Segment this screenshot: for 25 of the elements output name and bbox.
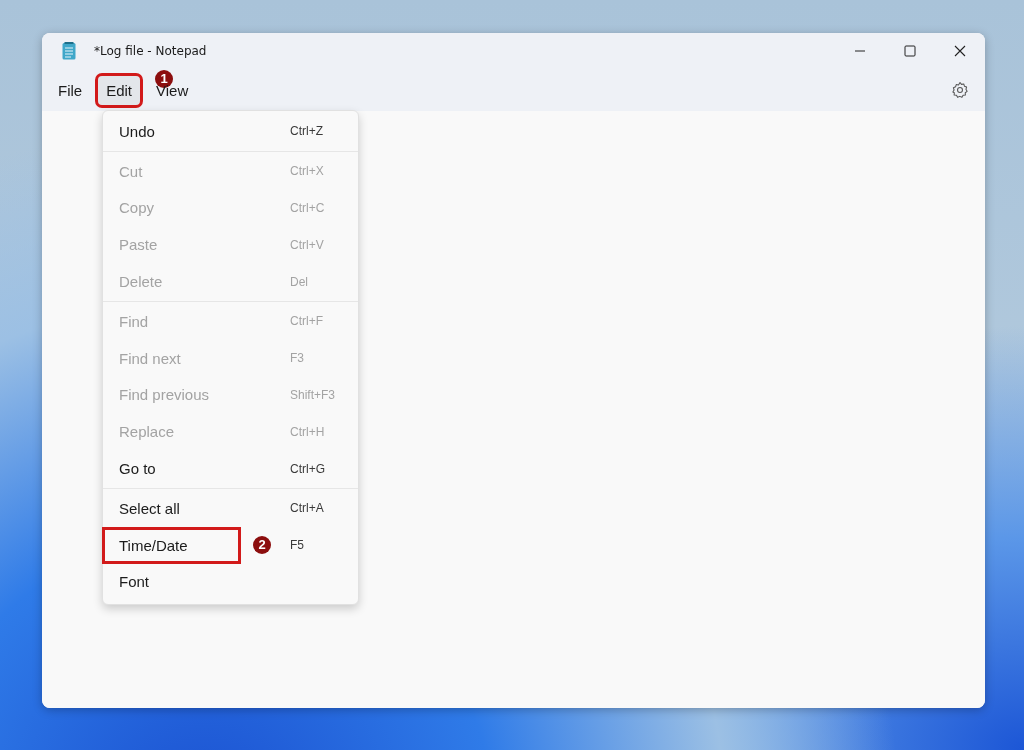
step-badge: 2 [253,535,271,554]
window-title: *Log file - Notepad [94,44,207,58]
menu-option[interactable]: Time/Date [105,529,238,561]
shortcut-text: F3 [290,351,305,366]
menu-option[interactable]: Font [119,573,149,591]
menu-item[interactable]: File [50,75,91,105]
menu-option[interactable]: Select all [119,499,180,517]
shortcut-text: Ctrl+A [290,501,325,516]
shortcut-text: Ctrl+V [290,237,325,252]
shortcut-text: Shift+F3 [290,387,337,402]
shortcut-text: Ctrl+H [290,424,326,439]
settings-icon[interactable] [951,81,969,99]
shortcut-text: Ctrl+X [290,164,325,179]
shortcut-text: Ctrl+Z [290,124,324,139]
shortcut-text: Ctrl+F [290,314,324,329]
shortcut-text: Del [290,274,309,289]
menu-option[interactable]: Undo [119,122,155,140]
shortcut-text: F5 [290,538,305,553]
close-icon [954,45,966,57]
menu-item[interactable]: Edit [98,75,141,105]
shortcut-text: Ctrl+G [290,461,326,476]
maximize-icon [904,45,916,57]
shortcut-text: Ctrl+C [290,201,326,215]
notepad-icon [62,42,76,60]
menu-option[interactable]: Go to [119,460,156,478]
